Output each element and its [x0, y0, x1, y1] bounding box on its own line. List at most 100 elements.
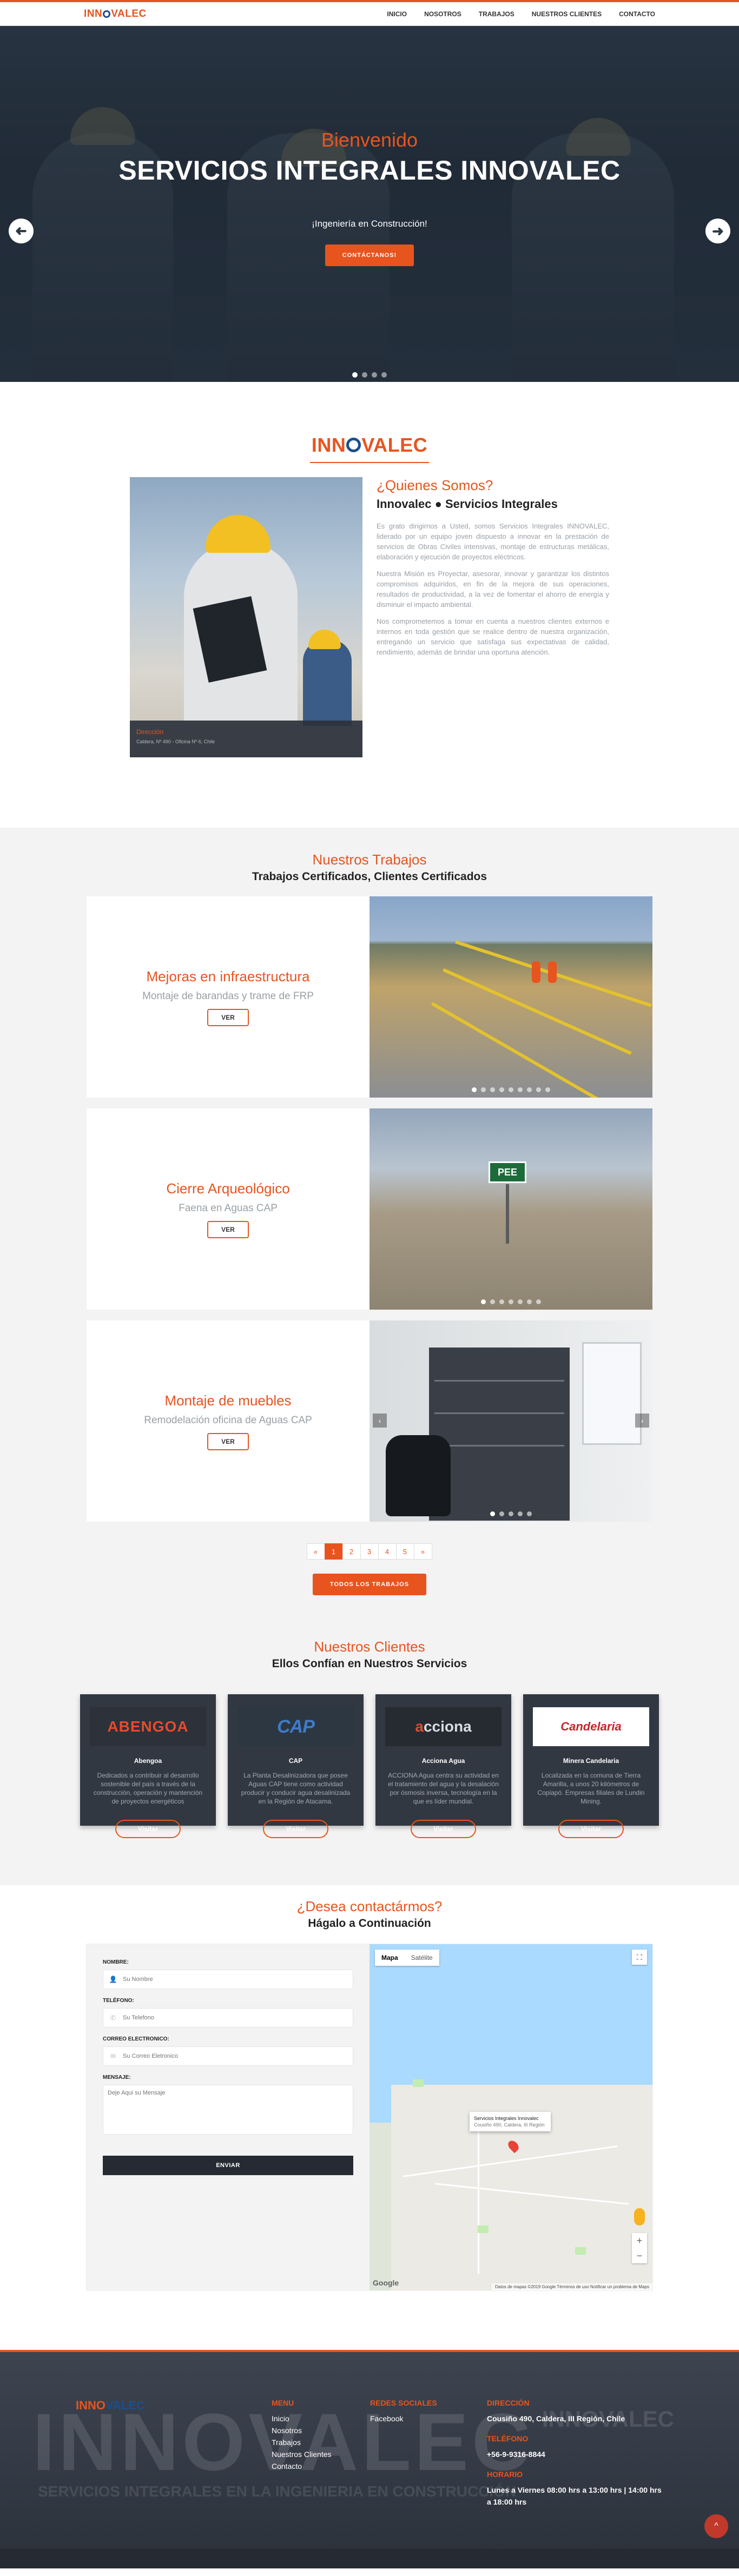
message-textarea[interactable] — [103, 2085, 353, 2135]
carousel-dot[interactable] — [372, 372, 377, 378]
work-info: Mejoras en infraestructura Montaje de ba… — [87, 896, 370, 1098]
work-view-button[interactable]: VER — [207, 1008, 249, 1026]
client-description: La Planta Desalinizadora que posee Aguas… — [241, 1772, 351, 1805]
hero-contact-button[interactable]: CONTÁCTANOS! — [325, 245, 414, 266]
zoom-out-icon[interactable]: − — [632, 2248, 647, 2263]
footer-bottom-bar — [0, 2549, 739, 2568]
map-tab-mapa[interactable]: Mapa — [375, 1950, 405, 1966]
work-image-carousel[interactable]: PEE — [370, 1108, 652, 1310]
fullscreen-icon[interactable]: ⛶ — [632, 1950, 647, 1965]
carousel-dot[interactable] — [527, 1299, 532, 1304]
work-image-carousel[interactable]: ‹ › — [370, 1320, 652, 1522]
carousel-dot[interactable] — [481, 1087, 486, 1092]
footer-link-contacto[interactable]: Contacto — [272, 2460, 332, 2472]
nav-link-clientes[interactable]: NUESTROS CLIENTES — [532, 10, 602, 18]
footer-link-facebook[interactable]: Facebook — [370, 2413, 437, 2425]
carousel-dot[interactable] — [499, 1511, 504, 1516]
footer-link-trabajos[interactable]: Trabajos — [272, 2436, 332, 2448]
pager-page-5[interactable]: 5 — [395, 1543, 414, 1560]
carousel-dot[interactable] — [509, 1511, 513, 1516]
about-photo: Dirección Caldera, Nº 490 - Oficina Nº 6… — [130, 477, 362, 757]
carousel-dot[interactable] — [490, 1299, 495, 1304]
message-label: MENSAJE: — [103, 2075, 131, 2080]
all-works-wrap: TODOS LOS TRABAJOS — [0, 1574, 739, 1595]
name-input[interactable] — [123, 1970, 353, 1989]
carousel-dot[interactable] — [527, 1087, 532, 1092]
client-visit-button[interactable]: Visitar — [558, 1820, 624, 1838]
site-logo[interactable]: INN VALEC — [84, 8, 147, 20]
footer-hours-title: HORARIO — [487, 2470, 523, 2479]
carousel-dot[interactable] — [518, 1087, 523, 1092]
about-paragraph: Nuestra Misión es Proyectar, asesorar, i… — [377, 570, 609, 609]
work-view-button[interactable]: VER — [207, 1220, 249, 1238]
carousel-dot[interactable] — [518, 1299, 523, 1304]
work-image-carousel[interactable] — [370, 896, 652, 1098]
carousel-dot[interactable] — [509, 1087, 513, 1092]
caption-label: Dirección — [136, 728, 164, 736]
phone-field-wrap: ✆ — [103, 2008, 353, 2027]
nav-link-trabajos[interactable]: TRABAJOS — [479, 10, 514, 18]
pager-page-3[interactable]: 3 — [360, 1543, 379, 1560]
pager-page-4[interactable]: 4 — [378, 1543, 397, 1560]
carousel-prev-icon[interactable]: ‹ — [373, 1414, 387, 1428]
caption-text: Caldera, Nº 490 - Oficina Nº 6, Chile — [136, 739, 215, 744]
nav-link-nosotros[interactable]: NOSOTROS — [424, 10, 461, 18]
scroll-to-top-icon[interactable]: ^ — [704, 2514, 728, 2538]
zoom-in-icon[interactable]: + — [632, 2233, 647, 2248]
carousel-dot[interactable] — [499, 1299, 504, 1304]
carousel-dot[interactable] — [490, 1087, 495, 1092]
client-logo: CAP — [237, 1707, 354, 1746]
carousel-dot[interactable] — [536, 1299, 541, 1304]
carousel-dot[interactable] — [381, 372, 387, 378]
hero-subtitle: ¡Ingeniería en Construcción! — [312, 219, 427, 229]
carousel-dot[interactable] — [352, 372, 358, 378]
footer-link-inicio[interactable]: Inicio — [272, 2413, 332, 2425]
carousel-dot[interactable] — [362, 372, 367, 378]
pager-prev[interactable]: « — [306, 1543, 325, 1560]
client-name: CAP — [288, 1757, 303, 1765]
carousel-dot[interactable] — [518, 1511, 523, 1516]
carousel-dot[interactable] — [509, 1299, 513, 1304]
footer-link-nosotros[interactable]: Nosotros — [272, 2425, 332, 2436]
client-card: a cciona Acciona Agua ACCIONA Agua centra… — [375, 1694, 511, 1838]
hero-content: Bienvenido SERVICIOS INTEGRALES INNOVALE… — [0, 129, 739, 266]
carousel-dot[interactable] — [481, 1299, 486, 1304]
carousel-dot[interactable] — [499, 1087, 504, 1092]
client-card: CAP CAP La Planta Desalinizadora que pos… — [228, 1694, 364, 1838]
hero-prev-arrow-icon[interactable]: ➜ — [9, 219, 34, 243]
client-visit-button[interactable]: Visitar — [263, 1820, 328, 1838]
phone-icon: ✆ — [110, 2014, 116, 2022]
carousel-dot[interactable] — [536, 1087, 541, 1092]
client-visit-button[interactable]: Visitar — [115, 1820, 181, 1838]
client-name: Minera Candelaria — [563, 1757, 619, 1765]
pager-page-2[interactable]: 2 — [342, 1543, 361, 1560]
all-works-button[interactable]: TODOS LOS TRABAJOS — [312, 1574, 427, 1595]
map-tab-satelite[interactable]: Satélite — [405, 1950, 439, 1966]
footer-link-clientes[interactable]: Nuestros Clientes — [272, 2448, 332, 2460]
send-button[interactable]: ENVIAR — [103, 2156, 353, 2175]
street-view-pegman-icon[interactable] — [634, 2208, 645, 2225]
carousel-dot[interactable] — [545, 1087, 550, 1092]
logo-a-mark: a — [415, 1718, 424, 1735]
carousel-dot[interactable] — [490, 1511, 495, 1516]
hero-next-arrow-icon[interactable]: ➜ — [705, 219, 730, 243]
location-map[interactable]: Mapa Satélite ⛶ Servicios Integrales Inn… — [370, 1944, 652, 2290]
arrow-left-glyph: ➜ — [15, 223, 27, 240]
nav-link-inicio[interactable]: INICIO — [387, 10, 407, 18]
nav-link-contacto[interactable]: CONTACTO — [619, 10, 655, 18]
client-visit-button[interactable]: Visitar — [411, 1820, 476, 1838]
pager-next[interactable]: » — [413, 1543, 432, 1560]
map-park — [478, 2225, 489, 2233]
carousel-dot[interactable] — [472, 1087, 477, 1092]
email-input[interactable] — [123, 2047, 353, 2065]
contact-box: NOMBRE: 👤 TELÉFONO: ✆ CORREO ELECTRONICO… — [87, 1944, 652, 2290]
hero-slider: Bienvenido SERVICIOS INTEGRALES INNOVALE… — [0, 26, 739, 382]
map-attribution[interactable]: Datos de mapas ©2019 Google Términos de … — [491, 2283, 652, 2290]
pager-page-1[interactable]: 1 — [324, 1543, 343, 1560]
carousel-next-icon[interactable]: › — [635, 1414, 649, 1428]
phone-input[interactable] — [123, 2009, 353, 2027]
carousel-dot[interactable] — [527, 1511, 532, 1516]
main-menu: INICIO NOSOTROS TRABAJOS NUESTROS CLIENT… — [387, 10, 655, 18]
footer-logo-b: VALEC — [105, 2399, 145, 2412]
work-view-button[interactable]: VER — [207, 1432, 249, 1450]
